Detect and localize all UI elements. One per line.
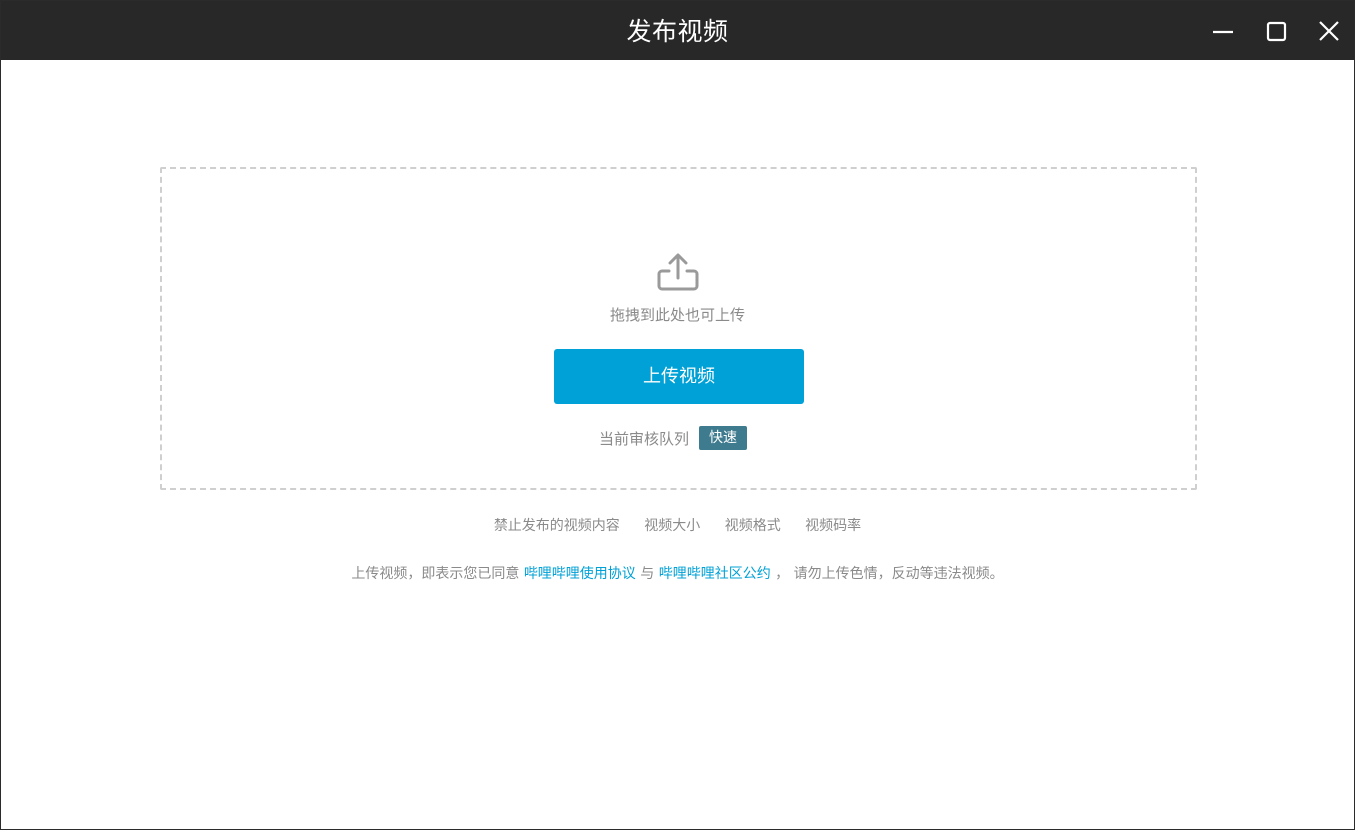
- minimize-icon: [1213, 30, 1233, 34]
- drag-drop-hint: 拖拽到此处也可上传: [609, 306, 745, 324]
- prohibited-content-link[interactable]: 禁止发布的视频内容: [494, 518, 620, 534]
- video-size-link[interactable]: 视频大小: [644, 518, 700, 534]
- video-bitrate-link[interactable]: 视频码率: [805, 518, 861, 534]
- community-guidelines-link[interactable]: 哔哩哔哩社区公约: [659, 566, 771, 582]
- close-icon: [1319, 21, 1339, 41]
- review-queue-row: 当前审核队列 快速: [599, 426, 748, 450]
- minimize-button[interactable]: [1206, 15, 1240, 49]
- agreement-suffix: ， 请勿上传色情，反动等违法视频。: [775, 566, 1004, 582]
- window-title: 发布视频: [626, 17, 729, 46]
- maximize-button[interactable]: [1259, 15, 1293, 49]
- video-format-link[interactable]: 视频格式: [725, 518, 781, 534]
- agreement-connector: 与: [640, 566, 655, 582]
- upload-video-button[interactable]: 上传视频: [554, 349, 804, 404]
- upload-icon: [655, 252, 701, 292]
- maximize-icon: [1266, 21, 1287, 42]
- agreement-notice: 上传视频，即表示您已同意 哔哩哔哩使用协议 与 哔哩哔哩社区公约 ， 请勿上传色…: [1, 563, 1354, 583]
- agreement-prefix: 上传视频，即表示您已同意: [351, 566, 520, 582]
- close-button[interactable]: [1312, 15, 1346, 49]
- rules-links: 禁止发布的视频内容 视频大小 视频格式 视频码率: [1, 515, 1354, 535]
- review-queue-label: 当前审核队列: [599, 429, 690, 448]
- title-bar[interactable]: 发布视频: [1, 1, 1354, 60]
- publish-video-window: 发布视频 拖拽到此处也可上传 上传视频 当前审核队列 快速 禁止发布的视频内容 …: [0, 0, 1355, 830]
- queue-status-badge: 快速: [699, 426, 748, 450]
- terms-of-use-link[interactable]: 哔哩哔哩使用协议: [524, 566, 636, 582]
